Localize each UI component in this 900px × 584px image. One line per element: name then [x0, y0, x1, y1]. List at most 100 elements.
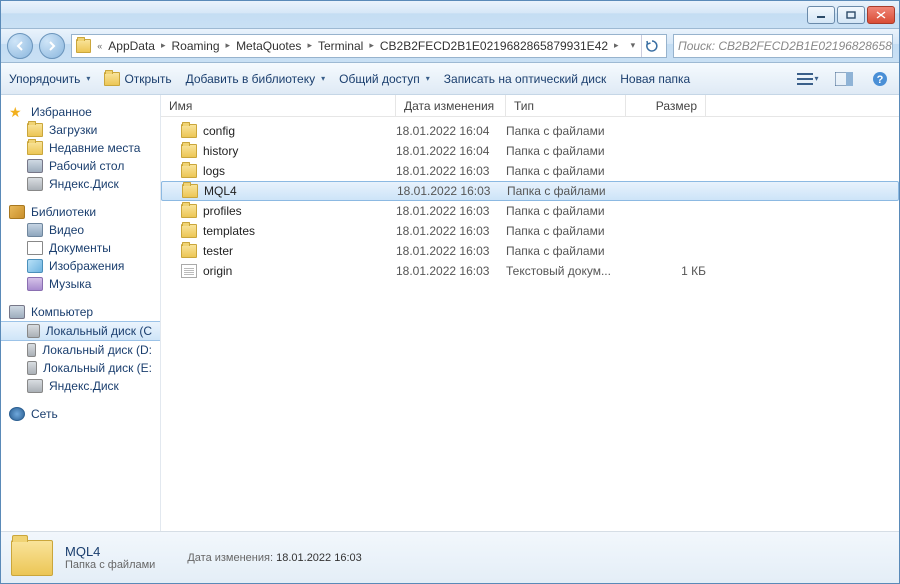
column-date[interactable]: Дата изменения: [396, 95, 506, 116]
sidebar-item[interactable]: Недавние места: [1, 139, 160, 157]
libraries-header[interactable]: Библиотеки: [1, 203, 160, 221]
new-folder-button[interactable]: Новая папка: [620, 72, 690, 86]
forward-button[interactable]: [39, 33, 65, 59]
file-row[interactable]: history 18.01.2022 16:04Папка с файлами: [161, 141, 899, 161]
help-button[interactable]: ?: [869, 68, 891, 90]
file-type: Папка с файлами: [506, 124, 626, 138]
file-row[interactable]: tester18.01.2022 16:03Папка с файлами: [161, 241, 899, 261]
file-row[interactable]: templates18.01.2022 16:03Папка с файлами: [161, 221, 899, 241]
sidebar-item[interactable]: Локальный диск (D:: [1, 341, 160, 359]
chevron-icon[interactable]: ▸: [612, 40, 621, 51]
file-name: origin: [203, 264, 232, 278]
vid-icon: [27, 223, 43, 237]
file-type: Папка с файлами: [506, 224, 626, 238]
burn-button[interactable]: Записать на оптический диск: [444, 72, 607, 86]
mus-icon: [27, 277, 43, 291]
sidebar-item[interactable]: Яндекс.Диск: [1, 175, 160, 193]
file-row[interactable]: config18.01.2022 16:04Папка с файлами: [161, 121, 899, 141]
file-type: Папка с файлами: [506, 144, 626, 158]
selected-type: Папка с файлами: [65, 559, 155, 571]
titlebar: [1, 1, 899, 29]
chevron-icon[interactable]: ▸: [305, 40, 314, 51]
breadcrumb-segment[interactable]: CB2B2FECD2B1E0219682865879931E42: [380, 39, 608, 53]
file-date: 18.01.2022 16:03: [397, 184, 507, 198]
svg-text:?: ?: [877, 74, 884, 86]
sidebar-item-label: Документы: [49, 241, 111, 255]
sidebar-item[interactable]: Музыка: [1, 275, 160, 293]
folder-icon: [182, 184, 198, 198]
file-date: 18.01.2022 16:04: [396, 124, 506, 138]
sidebar-item[interactable]: Видео: [1, 221, 160, 239]
details-pane: MQL4 Папка с файлами Дата изменения: 18.…: [1, 531, 899, 583]
folder-icon: [181, 244, 197, 258]
favorites-header[interactable]: ★Избранное: [1, 103, 160, 121]
breadcrumb-segment[interactable]: MetaQuotes: [236, 39, 301, 53]
sidebar-item[interactable]: Документы: [1, 239, 160, 257]
disk-icon: [27, 177, 43, 191]
sidebar-item[interactable]: Локальный диск (C: [1, 321, 160, 341]
share-button[interactable]: Общий доступ: [339, 72, 430, 86]
sidebar-item-label: Локальный диск (C: [46, 324, 152, 338]
sidebar-item[interactable]: Загрузки: [1, 121, 160, 139]
file-name: history: [203, 144, 238, 158]
add-library-button[interactable]: Добавить в библиотеку: [186, 72, 326, 86]
chevron-icon[interactable]: ▸: [159, 40, 168, 51]
file-type: Папка с файлами: [507, 184, 627, 198]
sidebar-item-label: Видео: [49, 223, 84, 237]
chevron-icon[interactable]: ▸: [224, 40, 233, 51]
refresh-button[interactable]: [641, 35, 662, 57]
column-name[interactable]: Имя: [161, 95, 396, 116]
breadcrumb-segment[interactable]: Terminal: [318, 39, 363, 53]
sidebar-item[interactable]: Яндекс.Диск: [1, 377, 160, 395]
file-list[interactable]: config18.01.2022 16:04Папка с файламиhis…: [161, 117, 899, 531]
file-date: 18.01.2022 16:03: [396, 164, 506, 178]
search-input[interactable]: Поиск: CB2B2FECD2B1E021968286587... 🔍: [673, 34, 893, 58]
sidebar-item-label: Недавние места: [49, 141, 140, 155]
folder-icon: [181, 144, 197, 158]
address-bar[interactable]: « AppData ▸ Roaming ▸ MetaQuotes ▸ Termi…: [71, 34, 667, 58]
comp-icon: [27, 159, 43, 173]
file-row[interactable]: logs 18.01.2022 16:03Папка с файлами: [161, 161, 899, 181]
disk-icon: [27, 324, 40, 338]
sidebar-item[interactable]: Локальный диск (E:: [1, 359, 160, 377]
file-type: Папка с файлами: [506, 164, 626, 178]
file-row[interactable]: profiles18.01.2022 16:03Папка с файлами: [161, 201, 899, 221]
preview-pane-button[interactable]: [833, 68, 855, 90]
sidebar-item-label: Локальный диск (E:: [43, 361, 152, 375]
network-header[interactable]: Сеть: [1, 405, 160, 423]
close-button[interactable]: [867, 6, 895, 24]
network-icon: [9, 407, 25, 421]
folder-icon: [181, 124, 197, 138]
maximize-button[interactable]: [837, 6, 865, 24]
file-date: 18.01.2022 16:03: [396, 204, 506, 218]
file-type: Текстовый докум...: [506, 264, 626, 278]
open-label: Открыть: [124, 72, 171, 86]
window-controls: [807, 6, 895, 24]
sidebar-item[interactable]: Изображения: [1, 257, 160, 275]
folder-icon: [181, 204, 197, 218]
back-button[interactable]: [7, 33, 33, 59]
computer-header[interactable]: Компьютер: [1, 303, 160, 321]
address-dropdown-icon[interactable]: ▾: [629, 40, 638, 51]
breadcrumb-segment[interactable]: Roaming: [172, 39, 220, 53]
file-name: logs: [203, 164, 225, 178]
column-type[interactable]: Тип: [506, 95, 626, 116]
sidebar-item[interactable]: Рабочий стол: [1, 157, 160, 175]
view-options-button[interactable]: ▾: [797, 68, 819, 90]
file-date: 18.01.2022 16:04: [396, 144, 506, 158]
star-icon: ★: [9, 105, 25, 119]
file-size: 1 КБ: [626, 264, 706, 278]
sidebar-item-label: Изображения: [49, 259, 124, 273]
file-date: 18.01.2022 16:03: [396, 224, 506, 238]
open-button[interactable]: Открыть: [104, 72, 171, 86]
file-row[interactable]: MQL418.01.2022 16:03Папка с файлами: [161, 181, 899, 201]
breadcrumb-segment[interactable]: AppData: [108, 39, 155, 53]
search-placeholder: Поиск: CB2B2FECD2B1E021968286587...: [678, 39, 893, 53]
minimize-button[interactable]: [807, 6, 835, 24]
organize-button[interactable]: Упорядочить: [9, 72, 90, 86]
file-row[interactable]: origin18.01.2022 16:03Текстовый докум...…: [161, 261, 899, 281]
chevron-icon[interactable]: ▸: [367, 40, 376, 51]
date-modified-value: 18.01.2022 16:03: [276, 552, 362, 564]
column-size[interactable]: Размер: [626, 95, 706, 116]
sidebar-item-label: Музыка: [49, 277, 91, 291]
